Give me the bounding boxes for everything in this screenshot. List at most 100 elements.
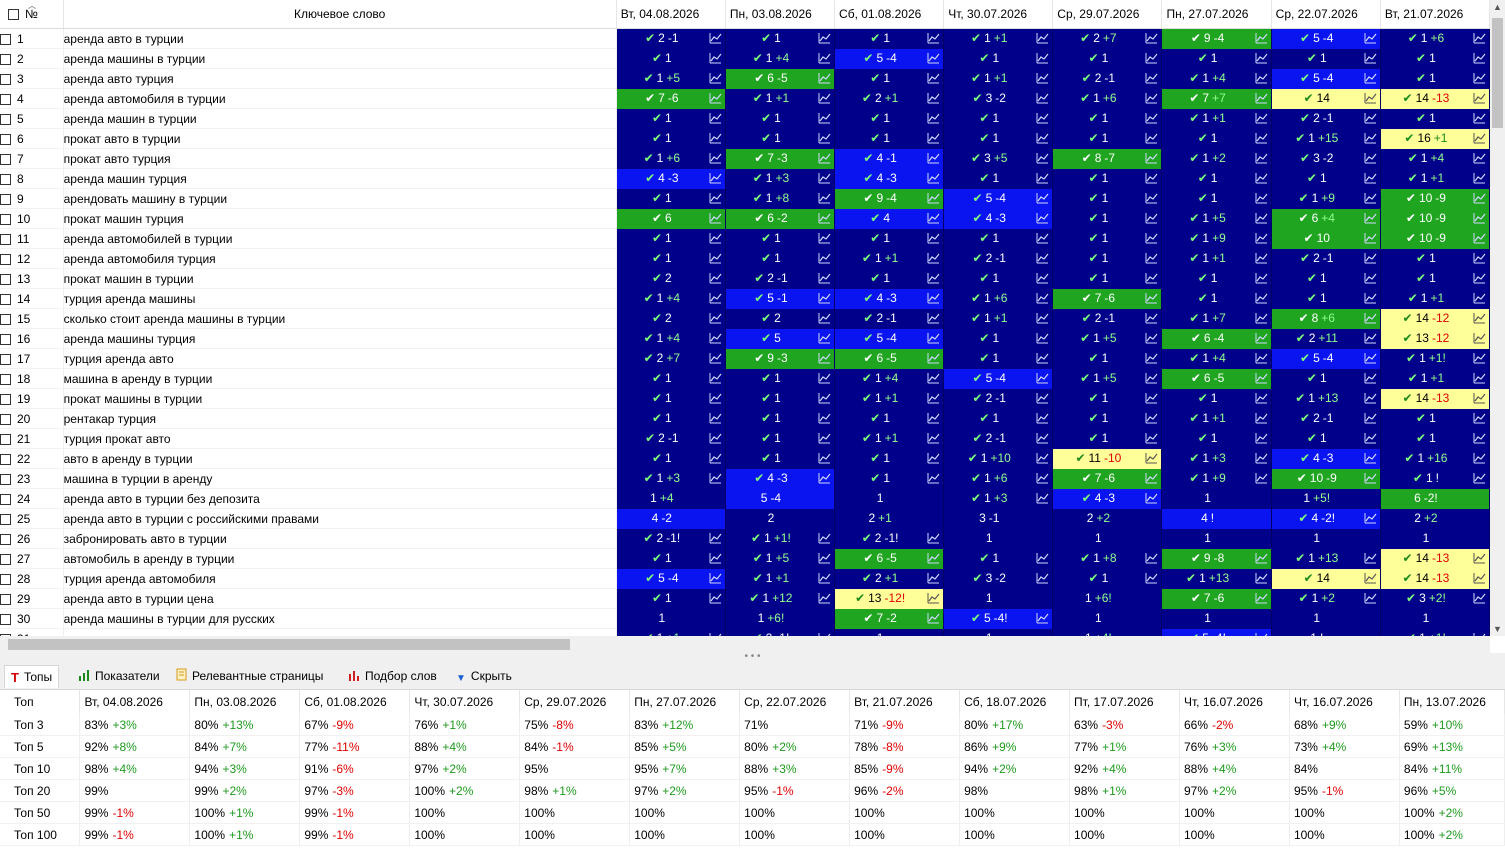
trend-chart-icon[interactable] xyxy=(927,352,940,364)
trend-chart-icon[interactable] xyxy=(1473,312,1486,324)
trend-chart-icon[interactable] xyxy=(818,552,831,564)
trend-chart-icon[interactable] xyxy=(1364,32,1377,44)
row-checkbox[interactable] xyxy=(0,173,11,185)
trend-chart-icon[interactable] xyxy=(818,372,831,384)
trend-chart-icon[interactable] xyxy=(1364,452,1377,464)
row-number-cell[interactable]: 26 xyxy=(0,528,64,549)
trend-chart-icon[interactable] xyxy=(709,272,722,284)
trend-chart-icon[interactable] xyxy=(1364,132,1377,144)
keyword-cell[interactable]: аренда машин турция xyxy=(63,168,617,189)
position-cell[interactable]: ✔ 1 xyxy=(616,448,726,469)
trend-chart-icon[interactable] xyxy=(818,212,831,224)
trend-chart-icon[interactable] xyxy=(927,572,940,584)
table-row[interactable]: 19 прокат машины в турции ✔ 1 ✔ 1 ✔ 1 +1 ✔ 2 -1 ✔ 1 ✔ 1… xyxy=(0,388,1490,409)
position-cell[interactable]: 1+4! xyxy=(1052,628,1163,636)
row-number-cell[interactable]: 28 xyxy=(0,568,64,589)
tab-2[interactable]: Релевантные страницы xyxy=(170,665,329,688)
row-checkbox[interactable] xyxy=(0,573,11,585)
position-cell[interactable]: ✔2-1! xyxy=(725,628,836,636)
trend-chart-icon[interactable] xyxy=(1145,172,1158,184)
position-cell[interactable]: 1 xyxy=(1052,528,1163,549)
row-checkbox[interactable] xyxy=(0,213,11,225)
tab-1[interactable]: Показатели xyxy=(72,665,166,688)
vertical-scroll-thumb[interactable] xyxy=(1492,18,1503,128)
keyword-cell[interactable]: прокат авто турция xyxy=(63,148,617,169)
position-cell[interactable]: ✔ 6 xyxy=(616,208,726,229)
trend-chart-icon[interactable] xyxy=(709,312,722,324)
position-cell[interactable]: ✔ 1 xyxy=(1052,268,1163,289)
trend-chart-icon[interactable] xyxy=(1145,292,1158,304)
position-cell[interactable]: ✔1+1 xyxy=(1161,248,1272,269)
trend-chart-icon[interactable] xyxy=(709,552,722,564)
position-cell[interactable]: 2 xyxy=(725,508,836,529)
position-cell[interactable]: ✔ 7 -3 xyxy=(725,148,836,169)
keyword-cell[interactable]: аренда машины в турции для русских xyxy=(63,608,617,629)
table-row[interactable]: 22 авто в аренду в турции ✔ 1 ✔ 1 ✔ 1 ✔ 1 +10 ✔ 11 -1… xyxy=(0,448,1490,469)
trend-chart-icon[interactable] xyxy=(1473,412,1486,424)
table-row[interactable]: 2 аренда машины в турции ✔ 1 ✔ 1 +4 ✔ 5 -4 ✔ 1 ✔ 1 ✔ 1 ✔… xyxy=(0,48,1490,69)
trend-chart-icon[interactable] xyxy=(709,152,722,164)
keyword-cell[interactable]: аренда авто в турции без депозита xyxy=(63,488,617,509)
trend-chart-icon[interactable] xyxy=(927,252,940,264)
trend-chart-icon[interactable] xyxy=(1036,612,1049,624)
position-cell[interactable]: ✔ 1 xyxy=(725,408,836,429)
trend-chart-icon[interactable] xyxy=(818,172,831,184)
position-cell[interactable]: ✔ 2 -1 xyxy=(616,28,726,49)
trend-chart-icon[interactable] xyxy=(709,452,722,464)
table-row[interactable]: 20 рентакар турция ✔ 1 ✔ 1 ✔ 1 ✔ 1 ✔ 1 ✔ 1 +1 ✔ 2 -1 ✔ 1 xyxy=(0,408,1490,429)
trend-chart-icon[interactable] xyxy=(1255,192,1268,204)
column-header-date[interactable]: Сб, 01.08.2026 xyxy=(834,0,945,29)
position-cell[interactable]: 1 xyxy=(1161,488,1272,509)
trend-chart-icon[interactable] xyxy=(1364,232,1377,244)
trend-chart-icon[interactable] xyxy=(1255,572,1268,584)
row-number-cell[interactable]: 11 xyxy=(0,228,64,249)
position-cell[interactable]: ✔ 1 xyxy=(1052,388,1163,409)
position-cell[interactable]: 1 +5! xyxy=(1271,488,1381,509)
position-cell[interactable]: ✔ 1 +6 xyxy=(616,148,726,169)
position-cell[interactable]: 1 xyxy=(1380,608,1490,629)
trend-chart-icon[interactable] xyxy=(1364,572,1377,584)
position-cell[interactable]: ✔ 2 +7 xyxy=(616,348,726,369)
trend-chart-icon[interactable] xyxy=(927,332,940,344)
position-cell[interactable]: ✔ 5 -4 xyxy=(1271,28,1381,49)
trend-chart-icon[interactable] xyxy=(1364,112,1377,124)
keyword-cell[interactable]: турция аренда авто xyxy=(63,348,617,369)
trend-chart-icon[interactable] xyxy=(1036,72,1049,84)
keyword-cell[interactable]: сколько стоит аренда машины в турции xyxy=(63,308,617,329)
position-cell[interactable]: ✔ 1 +16 xyxy=(1380,448,1490,469)
position-cell[interactable]: ✔ 4 -2! xyxy=(1271,508,1381,529)
keyword-cell[interactable]: аренда автомобиля в турции xyxy=(63,88,617,109)
position-cell[interactable]: ✔ 1 +15 xyxy=(1271,128,1381,149)
position-cell[interactable]: 1 xyxy=(834,628,945,636)
position-cell[interactable]: ✔ 1 xyxy=(943,228,1054,249)
trend-chart-icon[interactable] xyxy=(1364,592,1377,604)
position-cell[interactable]: ✔ 1 xyxy=(1052,428,1163,449)
position-cell[interactable]: ✔ 2 -1 xyxy=(1052,68,1163,89)
position-cell[interactable]: ✔ 1 xyxy=(616,228,726,249)
keyword-cell[interactable]: аренда авто в турции цена xyxy=(63,588,617,609)
trend-chart-icon[interactable] xyxy=(927,472,940,484)
position-cell[interactable]: 1 +6! xyxy=(725,608,836,629)
position-cell[interactable]: ✔ 1 xyxy=(1380,48,1490,69)
trend-chart-icon[interactable] xyxy=(709,72,722,84)
trend-chart-icon[interactable] xyxy=(1255,132,1268,144)
trend-chart-icon[interactable] xyxy=(709,232,722,244)
position-cell[interactable]: ✔ 9 -4 xyxy=(834,188,945,209)
position-cell[interactable]: 1 xyxy=(1271,608,1381,629)
position-cell[interactable]: ✔ 2 -1 xyxy=(616,428,726,449)
table-row[interactable]: 18 машина в аренду в турции ✔ 1 ✔ 1 ✔ 1 +4 ✔ 5 -4 ✔ 1… xyxy=(0,368,1490,389)
trend-chart-icon[interactable] xyxy=(1473,32,1486,44)
position-cell[interactable]: ✔ 1 xyxy=(616,408,726,429)
row-checkbox[interactable] xyxy=(0,373,11,385)
trend-chart-icon[interactable] xyxy=(818,592,831,604)
position-cell[interactable]: ✔ 1 xyxy=(834,108,945,129)
trend-chart-icon[interactable] xyxy=(1473,472,1486,484)
trend-chart-icon[interactable] xyxy=(1036,172,1049,184)
trend-chart-icon[interactable] xyxy=(709,352,722,364)
position-cell[interactable]: ✔ 1 xyxy=(1161,268,1272,289)
trend-chart-icon[interactable] xyxy=(1145,252,1158,264)
row-checkbox[interactable] xyxy=(0,553,11,565)
trend-chart-icon[interactable] xyxy=(1473,252,1486,264)
trend-chart-icon[interactable] xyxy=(1473,172,1486,184)
trend-chart-icon[interactable] xyxy=(1473,72,1486,84)
